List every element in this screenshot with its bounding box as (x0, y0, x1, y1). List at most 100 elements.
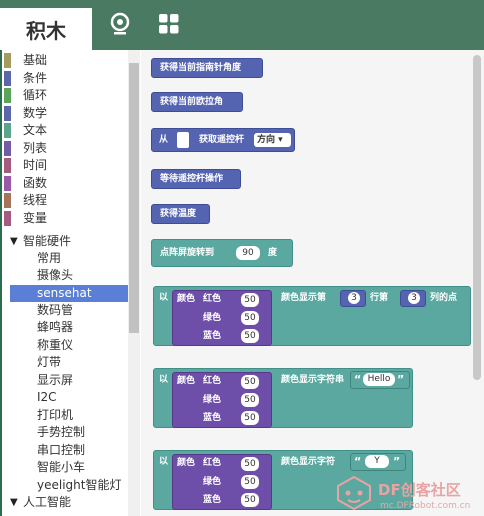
red-label: 红色 (203, 376, 222, 386)
category-math[interactable]: 数学 (2, 105, 128, 122)
category-functions[interactable]: 函数 (2, 175, 128, 192)
sidebar-item-i2c[interactable]: I2C (2, 389, 128, 406)
block-get-joystick[interactable]: 从 获取遥控杆 方向 ▾ (151, 128, 295, 152)
sidebar-item-sensehat[interactable]: sensehat (10, 285, 128, 302)
block-label: 获取遥控杆 (199, 135, 245, 145)
block-rotate-matrix[interactable]: 点阵屏旋转到 90 度 (151, 239, 293, 267)
watermark-brand: DF创客社区 (378, 481, 461, 499)
item-label: … (37, 510, 49, 516)
green-value-input[interactable]: 50 (241, 393, 259, 407)
sidebar-item-camera[interactable]: 摄像头 (2, 267, 128, 284)
item-label: 显示屏 (37, 373, 74, 387)
red-value-input[interactable]: 50 (241, 293, 259, 307)
item-label: 手势控制 (37, 425, 86, 439)
watermark: DF创客社区 mc.DFRobot.com.cn (330, 470, 482, 514)
category-label: 线程 (23, 193, 48, 207)
sidebar-item-display[interactable]: 显示屏 (2, 372, 128, 389)
color-rgb-block[interactable]: 颜色 红色 50 绿色 50 蓝色 50 (172, 372, 272, 428)
sidebar-item-partial[interactable]: … (2, 510, 128, 516)
group-ai[interactable]: ▼ 人工智能 (2, 494, 128, 511)
block-get-temperature[interactable]: 获得温度 (151, 204, 210, 224)
tab-blocks[interactable]: 积木 (0, 8, 92, 50)
sidebar-item-led-strip[interactable]: 灯带 (2, 354, 128, 371)
sidebar-item-serial[interactable]: 串口控制 (2, 442, 128, 459)
sidebar-item-smart-car[interactable]: 智能小车 (2, 459, 128, 476)
item-label: 串口控制 (37, 443, 86, 457)
blue-value-input[interactable]: 50 (241, 329, 259, 343)
watermark-url: mc.DFRobot.com.cn (380, 501, 471, 511)
category-swatch (4, 176, 11, 191)
green-value-input[interactable]: 50 (241, 311, 259, 325)
red-value-input[interactable]: 50 (241, 457, 259, 471)
block-get-euler-angle[interactable]: 获得当前欧拉角 (151, 92, 243, 112)
sidebar-item-yeelight[interactable]: yeelight智能灯 (2, 477, 128, 494)
red-value-input[interactable]: 50 (241, 375, 259, 389)
category-label: 循环 (23, 88, 48, 102)
category-label: 函数 (23, 176, 48, 190)
text-char-block[interactable]: “ Y ” (350, 453, 406, 471)
color-rgb-block[interactable]: 颜色 红色 50 绿色 50 蓝色 50 (172, 290, 272, 346)
category-time[interactable]: 时间 (2, 157, 128, 174)
sidebar-item-printer[interactable]: 打印机 (2, 407, 128, 424)
column-number-block[interactable]: 3 (400, 290, 426, 307)
value-input-slot[interactable] (177, 132, 189, 148)
column-value-input[interactable]: 3 (408, 292, 420, 304)
block-label: 颜色 (177, 458, 196, 468)
category-label: 文本 (23, 123, 48, 137)
block-wait-joystick[interactable]: 等待遥控杆操作 (151, 169, 241, 189)
blue-value-input[interactable]: 50 (241, 493, 259, 507)
direction-dropdown[interactable]: 方向 ▾ (254, 133, 291, 147)
block-display-string[interactable]: 以 颜色 红色 50 绿色 50 蓝色 50 颜色显示字符串 “ Hello ” (153, 368, 413, 428)
block-set-pixel-color[interactable]: 以 颜色 红色 50 绿色 50 蓝色 50 颜色显示第 3 行第 3 列的点 (153, 286, 471, 346)
red-label: 红色 (203, 294, 222, 304)
sidebar-item-digit-tube[interactable]: 数码管 (2, 302, 128, 319)
block-label: 行第 (370, 293, 389, 303)
workspace-scrollbar-thumb[interactable] (473, 55, 481, 380)
category-swatch (4, 71, 11, 86)
category-lists[interactable]: 列表 (2, 140, 128, 157)
group-smart-hardware[interactable]: ▼ 智能硬件 (2, 233, 128, 250)
text-string-block[interactable]: “ Hello ” (350, 371, 410, 389)
category-swatch (4, 158, 11, 173)
item-label: I2C (37, 390, 57, 404)
green-label: 绿色 (203, 477, 222, 487)
green-value-input[interactable]: 50 (241, 475, 259, 489)
category-threads[interactable]: 线程 (2, 192, 128, 209)
open-quote: “ (354, 373, 362, 386)
block-label: 颜色显示字符串 (281, 375, 345, 385)
sidebar-item-gesture[interactable]: 手势控制 (2, 424, 128, 441)
sidebar-item-scale[interactable]: 称重仪 (2, 337, 128, 354)
top-toolbar: 积木 (0, 0, 484, 50)
blue-label: 蓝色 (203, 413, 222, 423)
category-label: 条件 (23, 71, 48, 85)
rotation-degree-input[interactable]: 90 (236, 246, 260, 260)
category-conditions[interactable]: 条件 (2, 70, 128, 87)
blue-value-input[interactable]: 50 (241, 411, 259, 425)
category-swatch (4, 211, 11, 226)
webcam-icon[interactable] (106, 10, 134, 38)
char-value-input[interactable]: Y (365, 455, 389, 468)
block-label: 颜色显示第 (281, 293, 327, 303)
blue-label: 蓝色 (203, 331, 222, 341)
string-value-input[interactable]: Hello (363, 373, 395, 386)
robot-logo-icon (337, 475, 371, 511)
green-label: 绿色 (203, 395, 222, 405)
group-label: 人工智能 (23, 495, 72, 509)
block-label: 颜色显示字符 (281, 457, 336, 467)
category-text[interactable]: 文本 (2, 122, 128, 139)
green-label: 绿色 (203, 313, 222, 323)
sidebar-item-common[interactable]: 常用 (2, 250, 128, 267)
extensions-grid-icon[interactable] (155, 10, 183, 38)
close-quote: ” (397, 373, 405, 386)
item-label: 称重仪 (37, 338, 74, 352)
block-get-compass-heading[interactable]: 获得当前指南针角度 (151, 58, 263, 78)
sidebar-scrollbar-thumb[interactable] (129, 63, 139, 333)
category-basic[interactable]: 基础 (2, 52, 128, 69)
row-number-block[interactable]: 3 (340, 290, 366, 307)
category-swatch (4, 123, 11, 138)
category-variables[interactable]: 变量 (2, 210, 128, 227)
category-loops[interactable]: 循环 (2, 87, 128, 104)
color-rgb-block[interactable]: 颜色 红色 50 绿色 50 蓝色 50 (172, 454, 272, 510)
sidebar-item-buzzer[interactable]: 蜂鸣器 (2, 319, 128, 336)
row-value-input[interactable]: 3 (348, 292, 360, 304)
